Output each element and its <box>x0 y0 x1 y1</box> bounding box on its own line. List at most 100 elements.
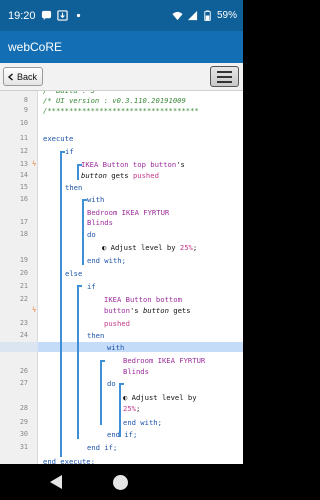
code-token: IKEA Button bottom <box>104 295 182 304</box>
code-token: with <box>107 343 125 352</box>
code-line: 25%; <box>123 404 140 413</box>
back-button[interactable]: Back <box>3 67 44 86</box>
code-token: Bedroom IKEA FYRTUR <box>87 208 170 217</box>
code-line: with <box>107 343 124 352</box>
code-token: button <box>142 306 169 315</box>
code-token: if <box>87 282 96 291</box>
block-guide-tick <box>119 383 124 385</box>
code-line: ◐ Adjust level by <box>123 393 197 402</box>
code-token: Adjust level by <box>110 243 180 252</box>
code-token: gets <box>168 306 191 315</box>
code-line: end with; <box>123 418 162 427</box>
nav-home-icon[interactable] <box>113 475 128 490</box>
code-token: gets <box>106 171 133 180</box>
battery-icon <box>204 10 211 21</box>
code-line: Bedroom IKEA FYRTUR <box>87 208 169 217</box>
code-line: /* UI version : v0.3.110.20191009 <box>43 96 186 105</box>
code-token: Adjust level by <box>131 393 197 402</box>
code-line: pushed <box>104 319 130 328</box>
code-token: end if; <box>87 443 118 452</box>
code-line: then <box>87 331 104 340</box>
code-lines: /* Build : 5/* UI version : v0.3.110.201… <box>0 91 243 464</box>
code-line: do <box>107 379 116 388</box>
block-guide-tick <box>77 164 82 166</box>
code-line: ◐ Adjust level by 25%; <box>102 243 197 252</box>
code-token: IKEA Button top button <box>81 160 177 169</box>
dot-icon <box>76 13 80 18</box>
block-guide-line <box>100 360 102 425</box>
status-bar: 19:20 59% <box>0 0 243 31</box>
code-token: pushed <box>132 171 159 180</box>
block-guide-line <box>77 164 79 180</box>
block-guide-line <box>119 383 121 437</box>
app-title: webCoRE <box>8 40 63 54</box>
code-token: 's <box>176 160 185 169</box>
code-token: button <box>81 171 107 180</box>
code-line: Blinds <box>87 218 113 227</box>
code-token: Bedroom IKEA FYRTUR <box>123 356 206 365</box>
code-token: Blinds <box>123 367 149 376</box>
code-line: end execute; <box>43 457 95 464</box>
code-token: /*********************************** <box>43 106 199 115</box>
code-line: if <box>87 282 96 291</box>
block-guide-tick <box>77 285 82 287</box>
code-line: then <box>65 183 82 192</box>
code-line: /*********************************** <box>43 106 199 115</box>
code-line: button gets pushed <box>81 171 159 180</box>
toggle-icon: ◐ <box>123 393 132 402</box>
code-token: 25% <box>123 404 136 413</box>
toggle-icon: ◐ <box>102 243 111 252</box>
chat-bubble-icon <box>41 10 51 21</box>
hamburger-icon <box>217 70 232 73</box>
code-line: end with; <box>87 256 126 265</box>
code-token: end execute; <box>43 457 95 464</box>
code-line: button's button gets <box>104 306 191 315</box>
code-token: else <box>65 269 83 278</box>
code-token: do <box>107 379 116 388</box>
code-line: end if; <box>87 443 117 452</box>
app-bar: webCoRE <box>0 31 243 63</box>
code-token: Blinds <box>87 218 113 227</box>
status-time: 19:20 <box>8 9 36 22</box>
nav-back-icon[interactable] <box>50 475 62 489</box>
code-line: if <box>65 147 74 156</box>
download-icon <box>56 10 68 21</box>
block-guide-line <box>60 151 62 457</box>
block-guide-line <box>82 199 84 265</box>
battery-percent: 59% <box>216 10 237 21</box>
block-guide-tick <box>82 199 87 201</box>
code-line: /* Build : 5 <box>43 91 95 95</box>
code-line: with <box>87 195 104 204</box>
code-token: 25% <box>179 243 193 252</box>
code-line: Bedroom IKEA FYRTUR <box>123 356 205 365</box>
block-guide-tick <box>100 360 105 362</box>
menu-button[interactable] <box>210 66 239 87</box>
toolbar: Back <box>0 63 243 91</box>
code-line: execute <box>43 134 73 143</box>
code-token: do <box>87 230 96 239</box>
chevron-left-icon <box>7 72 13 81</box>
code-token: with <box>87 195 105 204</box>
wifi-icon <box>172 11 183 21</box>
signal-icon <box>187 10 198 21</box>
block-guide-tick <box>60 151 65 153</box>
block-guide-line <box>77 285 79 439</box>
code-line: end if; <box>107 430 137 439</box>
code-token: end with; <box>123 418 162 427</box>
code-token: /* Build : 5 <box>43 91 95 95</box>
code-line: else <box>65 269 82 278</box>
code-line: do <box>87 230 96 239</box>
code-line: IKEA Button bottom <box>104 295 182 304</box>
back-button-label: Back <box>17 71 38 82</box>
code-token: then <box>87 331 105 340</box>
code-token: 's <box>129 306 143 315</box>
code-token: pushed <box>104 319 130 328</box>
android-nav-bar <box>0 464 243 500</box>
code-token: ; <box>135 404 141 413</box>
code-token: end with; <box>87 256 126 265</box>
code-token: button <box>104 306 130 315</box>
code-line: IKEA Button top button's <box>81 160 185 169</box>
code-editor[interactable]: 8910111213ϟ141516171819202122ϟ2324252627… <box>0 91 243 464</box>
code-token: end if; <box>107 430 138 439</box>
code-token: if <box>65 147 74 156</box>
